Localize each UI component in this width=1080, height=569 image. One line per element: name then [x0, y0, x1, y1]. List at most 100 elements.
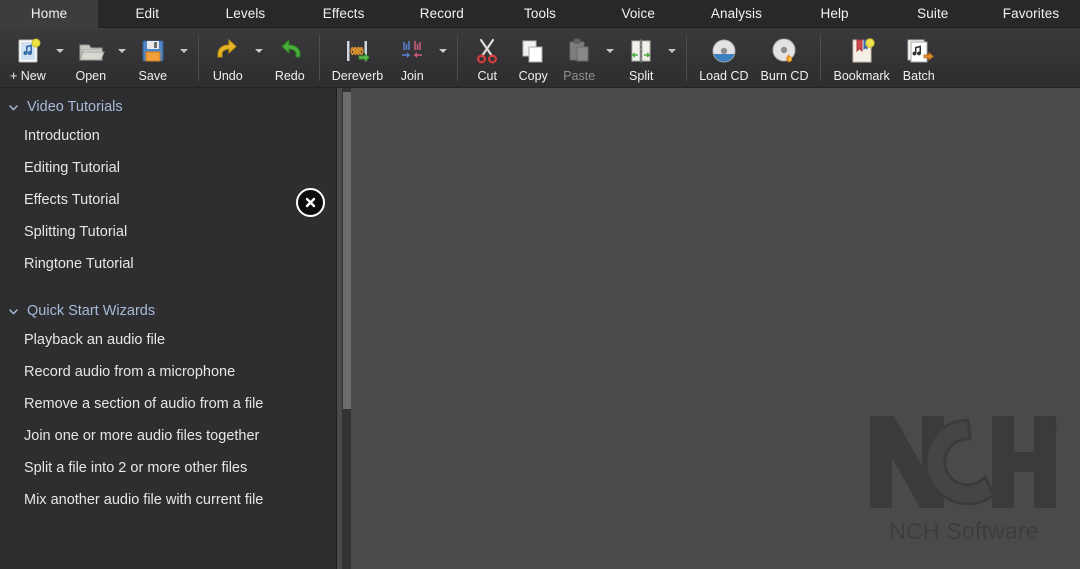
open-dropdown-arrow[interactable] [114, 32, 130, 84]
load-cd-icon [712, 39, 736, 63]
svg-text:®: ® [1048, 418, 1058, 433]
toolbar-separator [197, 34, 199, 81]
tutorials-sidebar: Video Tutorials Introduction Editing Tutor… [0, 88, 336, 569]
split-button[interactable]: Split [618, 30, 664, 85]
scissors-icon [477, 38, 498, 64]
tab-label: Home [30, 6, 68, 21]
undo-button[interactable]: Undo [205, 30, 251, 85]
toolbar-separator [457, 34, 459, 81]
tab-analysis[interactable]: Analysis [687, 0, 785, 27]
sidebar-group-label: Quick Start Wizards [27, 303, 156, 319]
sidebar-group-quick-start-wizards[interactable]: Quick Start Wizards [0, 298, 336, 324]
close-sidebar-button[interactable] [296, 188, 325, 217]
tab-edit[interactable]: Edit [98, 0, 196, 27]
tab-tools[interactable]: Tools [491, 0, 589, 27]
copy-pages-icon [517, 35, 549, 67]
nch-logo-icon: ® [870, 416, 1058, 508]
sidebar-item[interactable]: Join one or more audio files together [0, 420, 336, 452]
chevron-down-icon [179, 48, 188, 53]
toolbar-button-label: Copy [518, 69, 548, 83]
save-dropdown-arrow[interactable] [176, 32, 192, 84]
open-button[interactable]: Open [68, 30, 114, 85]
sidebar-item[interactable]: Playback an audio file [0, 324, 336, 356]
ribbon-toolbar: + New Open Save Undo Redo Dereverb Join Cut Copy… [0, 28, 1080, 88]
new-file-icon [18, 38, 41, 63]
split-icon [631, 39, 651, 63]
toolbar-separator [686, 34, 688, 81]
toolbar-button-label: Load CD [699, 69, 749, 83]
sidebar-content: Video Tutorials Introduction Editing Tutor… [0, 94, 336, 516]
batch-icon [903, 35, 935, 67]
scissors-icon [471, 35, 503, 67]
undo-arrow-icon [212, 35, 244, 67]
chevron-down-icon [8, 102, 19, 113]
join-dropdown-arrow[interactable] [435, 32, 451, 84]
chevron-down-icon [254, 48, 263, 53]
dereverb-icon [347, 41, 371, 63]
redo-button[interactable]: Redo [267, 30, 313, 85]
load-cd-button[interactable]: Load CD [693, 30, 754, 85]
sidebar-item[interactable]: Record audio from a microphone [0, 356, 336, 388]
scrollbar-thumb[interactable] [343, 92, 351, 409]
sidebar-item[interactable]: Splitting Tutorial [0, 216, 336, 248]
sidebar-item[interactable]: Ringtone Tutorial [0, 248, 336, 280]
chevron-down-icon [668, 48, 677, 53]
sidebar-scrollbar[interactable] [342, 88, 351, 569]
sidebar-item[interactable]: Effects Tutorial [0, 184, 336, 216]
new-button[interactable]: + New [4, 30, 52, 85]
tab-label: Analysis [710, 6, 762, 21]
sidebar-item[interactable]: Remove a section of audio from a file [0, 388, 336, 420]
tab-favorites[interactable]: Favorites [982, 0, 1080, 27]
toolbar-button-label: Dereverb [331, 69, 384, 83]
split-icon [625, 35, 657, 67]
sidebar-group-spacer [0, 280, 336, 298]
dereverb-button[interactable]: Dereverb [326, 30, 389, 85]
toolbar-separator [318, 34, 320, 81]
sidebar-item[interactable]: Introduction [0, 120, 336, 152]
batch-button[interactable]: Batch [896, 30, 942, 85]
new-dropdown-arrow[interactable] [52, 32, 68, 84]
new-file-icon [12, 35, 44, 67]
tab-record[interactable]: Record [393, 0, 491, 27]
bookmark-button[interactable]: Bookmark [827, 30, 895, 85]
sidebar-item[interactable]: Editing Tutorial [0, 152, 336, 184]
tab-voice[interactable]: Voice [589, 0, 687, 27]
sidebar-group-label: Video Tutorials [27, 99, 123, 115]
undo-dropdown-arrow[interactable] [251, 32, 267, 84]
chevron-down-icon [606, 48, 615, 53]
burn-cd-icon [772, 38, 796, 63]
paste-dropdown-arrow[interactable] [602, 32, 618, 84]
burn-cd-icon [769, 35, 801, 67]
burn-cd-button[interactable]: Burn CD [755, 30, 815, 85]
chevron-down-icon [55, 48, 64, 53]
open-folder-icon [79, 44, 105, 61]
nch-c-letter [924, 418, 996, 506]
toolbar-button-label: Cut [477, 69, 497, 83]
tab-effects[interactable]: Effects [295, 0, 393, 27]
waveform-canvas[interactable]: ® NCH Software [336, 88, 1080, 569]
tab-levels[interactable]: Levels [196, 0, 294, 27]
sidebar-item[interactable]: Split a file into 2 or more other files [0, 452, 336, 484]
split-dropdown-arrow[interactable] [664, 32, 680, 84]
cut-button[interactable]: Cut [464, 30, 510, 85]
tab-suite[interactable]: Suite [884, 0, 982, 27]
sidebar-group-video-tutorials[interactable]: Video Tutorials [0, 94, 336, 120]
save-button[interactable]: Save [130, 30, 176, 85]
toolbar-button-label: Redo [274, 69, 305, 83]
tab-label: Suite [917, 6, 949, 21]
sidebar-item[interactable]: Mix another audio file with current file [0, 484, 336, 516]
load-cd-icon [708, 35, 740, 67]
nch-watermark: ® NCH Software [864, 408, 1064, 545]
tab-home[interactable]: Home [0, 0, 99, 28]
undo-arrow-icon [217, 38, 237, 58]
toolbar-button-label: Split [629, 69, 654, 83]
join-button[interactable]: Join [389, 30, 435, 85]
redo-arrow-icon [274, 35, 306, 67]
close-icon [305, 197, 316, 208]
tab-help[interactable]: Help [786, 0, 884, 27]
tab-label: Voice [621, 6, 655, 21]
copy-button[interactable]: Copy [510, 30, 556, 85]
toolbar-button-label: Save [138, 69, 168, 83]
toolbar-button-label: Burn CD [760, 69, 809, 83]
open-folder-icon [75, 35, 107, 67]
